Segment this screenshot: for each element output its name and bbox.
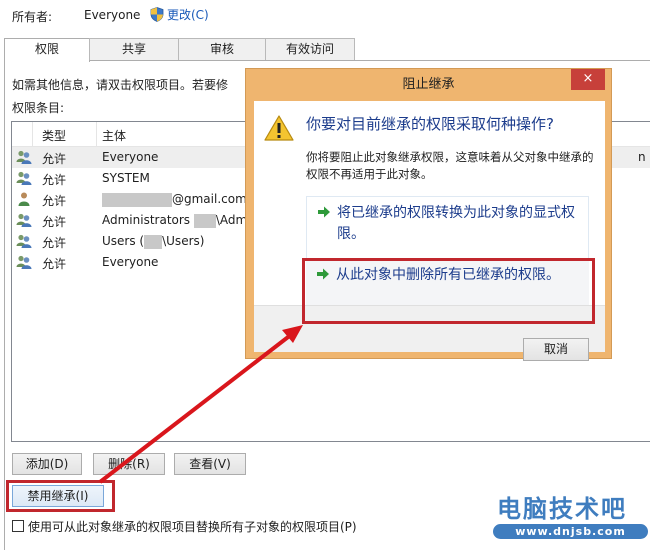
warning-icon [264,115,294,141]
info-text: 如需其他信息，请双击权限项目。若要修 [12,78,229,92]
view-button[interactable]: 查看(V) [174,453,246,475]
permission-type: 允许 [42,173,67,187]
permission-type: 允许 [42,236,67,250]
redacted-text [102,192,172,207]
tab-auditing[interactable]: 审核 [178,38,266,60]
permission-principal: SYSTEM [102,171,150,185]
truncated-column-text: n ... [638,150,650,164]
permission-principal: @gmail.com [102,192,247,207]
principal-name: SYSTEM [102,171,150,185]
tab-effective-access[interactable]: 有效访问 [265,38,355,60]
watermark-url: www.dnjsb.com [493,524,648,539]
dialog-description: 你将要阻止此对象继承权限，这意味着从父对象中继承的权限不再适用于此对象。 [306,150,594,181]
permission-type: 允许 [42,152,67,166]
principal-name: Everyone [102,255,159,269]
annotation-highlight-box [6,480,115,512]
column-separator[interactable] [96,122,97,146]
group-users-icon [16,233,32,249]
watermark-title: 电脑技术吧 [497,495,627,523]
principal-name: Everyone [102,150,159,164]
permission-principal: Users ( \Users) [102,234,204,249]
remove-button[interactable]: 删除(R) [93,453,165,475]
permission-type: 允许 [42,215,67,229]
single-user-icon [16,191,32,207]
column-header-principal[interactable]: 主体 [102,127,126,144]
cancel-button[interactable]: 取消 [523,338,589,361]
redacted-text [144,234,163,249]
principal-name: Users ( [102,234,145,248]
column-header-type[interactable]: 类型 [42,127,66,144]
dialog-title: 阻止继承 [402,77,455,92]
change-owner-label: 更改(C) [167,8,209,22]
tab-permissions[interactable]: 权限 [4,38,90,62]
convert-to-explicit-option[interactable]: 将已继承的权限转换为此对象的显式权限。 [306,196,589,258]
uac-shield-icon [150,7,164,22]
annotation-highlight-box [302,258,595,324]
dialog-heading: 你要对目前继承的权限采取何种操作? [306,115,554,133]
permission-type: 允许 [42,257,67,271]
permission-principal: Administrators \Admi [102,213,251,228]
tab-bar: 权限 共享 审核 有效访问 [4,38,355,62]
group-users-icon [16,254,32,270]
redacted-text [193,213,216,228]
permission-entries-label: 权限条目: [12,101,65,115]
replace-child-permissions-label: 使用可从此对象继承的权限项目替换所有子对象的权限项目(P) [28,520,357,534]
principal-suffix: \Users) [162,234,205,248]
permission-principal: Everyone [102,150,158,164]
close-icon: × [582,71,594,86]
permission-principal: Everyone [102,255,158,269]
change-owner-link[interactable]: 更改(C) [150,6,209,23]
column-separator[interactable] [32,122,33,146]
permission-type: 允许 [42,194,67,208]
owner-value: Everyone [84,8,141,22]
green-arrow-icon [318,206,330,218]
principal-name: Administrators [102,213,194,227]
close-button[interactable]: × [571,69,605,90]
group-users-icon [16,149,32,165]
principal-suffix: @gmail.com [172,192,247,206]
option-label: 将已继承的权限转换为此对象的显式权限。 [337,205,575,242]
replace-child-permissions-checkbox[interactable] [12,520,24,532]
group-users-icon [16,212,32,228]
add-button[interactable]: 添加(D) [12,453,82,475]
tab-sharing[interactable]: 共享 [89,38,179,60]
owner-label: 所有者: [12,10,53,24]
group-users-icon [16,170,32,186]
